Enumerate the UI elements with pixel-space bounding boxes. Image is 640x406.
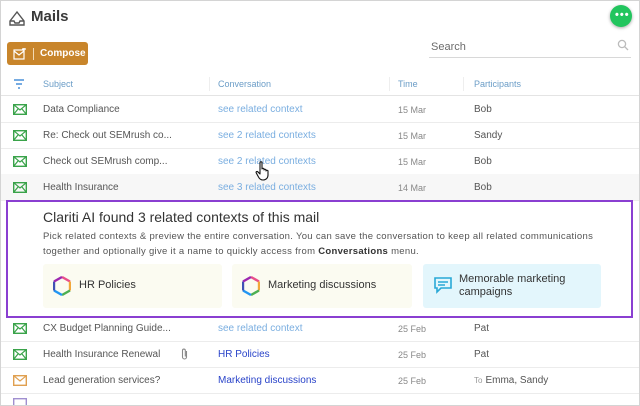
table-row[interactable]: CX Budget Planning Guide... see related … [1, 315, 639, 342]
to-prefix: To [474, 376, 483, 385]
table-row[interactable]: Re: Check out SEMrush co... see 2 relate… [1, 122, 639, 149]
conversation-link-hr-policies[interactable]: HR Policies [218, 349, 270, 360]
compose-button[interactable]: Compose [7, 42, 88, 65]
column-subject[interactable]: Subject [43, 79, 73, 89]
table-row[interactable] [1, 393, 639, 405]
context-card-label-line1: Memorable marketing [459, 273, 566, 285]
context-card-label-line2: campaigns [459, 286, 513, 298]
chat-button[interactable]: ••• [610, 5, 632, 27]
related-context-link[interactable]: see 2 related contexts [218, 130, 316, 141]
panel-desc-text-end: menu. [388, 246, 419, 257]
related-context-link[interactable]: see related context [218, 323, 303, 334]
hexagon-logo-icon [242, 276, 260, 296]
mail-subject: CX Budget Planning Guide... [43, 323, 171, 334]
mail-subject: Health Insurance [43, 182, 119, 193]
hand-cursor-icon [255, 161, 269, 181]
mail-icon [13, 182, 27, 193]
attachment-icon [181, 348, 188, 360]
column-divider [463, 77, 464, 91]
panel-description: Pick related contexts & preview the enti… [43, 229, 623, 259]
context-card-label: HR Policies [79, 279, 136, 291]
mail-icon [13, 104, 27, 115]
table-row[interactable]: Data Compliance see related context 15 M… [1, 96, 639, 123]
panel-title: Clariti AI found 3 related contexts of t… [43, 209, 320, 225]
mail-participants: Sandy [474, 130, 503, 141]
page-title: Mails [31, 8, 69, 25]
mail-icon [13, 323, 27, 334]
table-row-selected[interactable]: Health Insurance see 3 related contexts … [1, 174, 639, 201]
column-divider [389, 77, 390, 91]
column-conversation[interactable]: Conversation [218, 79, 271, 89]
mail-icon [13, 156, 27, 167]
column-time[interactable]: Time [398, 79, 418, 89]
column-participants[interactable]: Participants [474, 79, 521, 89]
mail-participants: Pat [474, 349, 490, 360]
hexagon-logo-icon [53, 276, 71, 296]
table-row[interactable]: Health Insurance Renewal HR Policies 25 … [1, 341, 639, 368]
context-card-marketing-discussions[interactable]: Marketing discussions [232, 264, 412, 308]
mail-participants: Bob [474, 156, 492, 167]
related-contexts-panel: Clariti AI found 3 related contexts of t… [6, 200, 633, 318]
mail-subject: Re: Check out SEMrush co... [43, 130, 172, 141]
table-row[interactable]: Lead generation services? Marketing disc… [1, 367, 639, 394]
mail-icon [13, 349, 27, 360]
search-icon[interactable] [617, 39, 629, 51]
mail-time: 25 Feb [398, 376, 427, 386]
conversation-link-marketing-discussions[interactable]: Marketing discussions [218, 375, 316, 386]
participants-names: Emma, Sandy [485, 375, 549, 386]
context-card-hr-policies[interactable]: HR Policies [43, 264, 222, 308]
chat-bubble-icon [434, 277, 452, 294]
search-input[interactable] [429, 38, 613, 56]
mail-participants: Bob [474, 104, 492, 115]
compose-label: Compose [40, 48, 86, 59]
mail-time: 15 Mar [398, 105, 427, 115]
mail-time: 15 Mar [398, 157, 427, 167]
context-card-label: Memorable marketing campaigns [459, 273, 565, 299]
mail-time: 14 Mar [398, 183, 427, 193]
conversations-menu-label: Conversations [318, 246, 389, 257]
mail-subject: Health Insurance Renewal [43, 349, 161, 360]
search-box [429, 37, 631, 58]
sent-mail-icon [13, 375, 27, 386]
mail-icon [13, 130, 27, 141]
mail-time: 25 Feb [398, 350, 427, 360]
compose-icon [13, 47, 26, 60]
table-header: Subject Conversation Time Participants [1, 73, 639, 96]
filter-icon[interactable] [13, 79, 25, 89]
top-bar: Mails ••• [1, 1, 639, 37]
mail-participants: Bob [474, 182, 492, 193]
column-divider [209, 77, 210, 91]
chat-dots-icon: ••• [615, 9, 630, 21]
mail-subject: Check out SEMrush comp... [43, 156, 168, 167]
related-context-link[interactable]: see 3 related contexts [218, 182, 316, 193]
mail-time: 15 Mar [398, 131, 427, 141]
table-row[interactable]: Check out SEMrush comp... see 2 related … [1, 148, 639, 175]
mail-icon [13, 398, 27, 405]
mail-participants: To Emma, Sandy [474, 375, 548, 386]
mail-time: 25 Feb [398, 324, 427, 334]
context-card-memorable-marketing-campaigns[interactable]: Memorable marketing campaigns [423, 264, 601, 308]
context-card-label: Marketing discussions [268, 279, 377, 291]
mail-app: Mails ••• Compose Subject Conversation T… [0, 0, 640, 406]
mail-app-icon [9, 10, 25, 26]
mail-subject: Lead generation services? [43, 375, 161, 386]
related-context-link[interactable]: see related context [218, 104, 303, 115]
mail-participants: Pat [474, 323, 490, 334]
mail-subject: Data Compliance [43, 104, 120, 115]
compose-divider [33, 47, 34, 60]
